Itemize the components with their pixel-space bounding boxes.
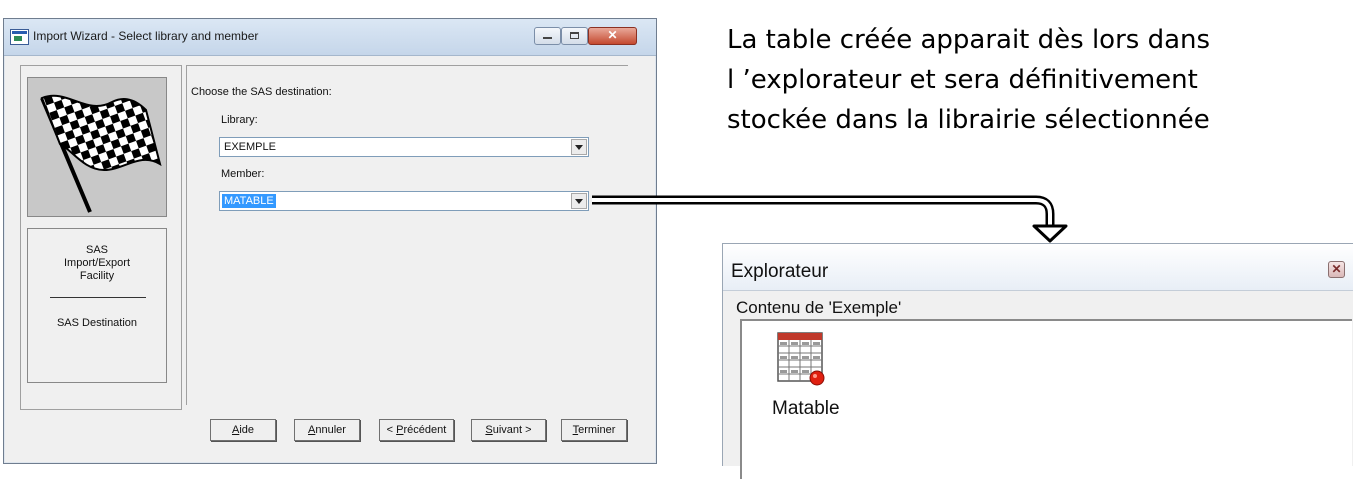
explorer-content-pane: Matable <box>740 319 1352 479</box>
explorer-titlebar[interactable]: Explorateur ✕ <box>723 244 1353 291</box>
explorer-title: Explorateur <box>731 261 829 282</box>
table-item-label[interactable]: Matable <box>772 398 840 420</box>
close-icon: ✕ <box>1331 262 1342 276</box>
explorer-window: Explorateur ✕ Contenu de 'Exemple' Matab… <box>722 243 1353 479</box>
sas-table-icon[interactable] <box>776 331 826 392</box>
explorer-location-label: Contenu de 'Exemple' <box>736 298 902 317</box>
explorer-close-button[interactable]: ✕ <box>1328 261 1345 278</box>
